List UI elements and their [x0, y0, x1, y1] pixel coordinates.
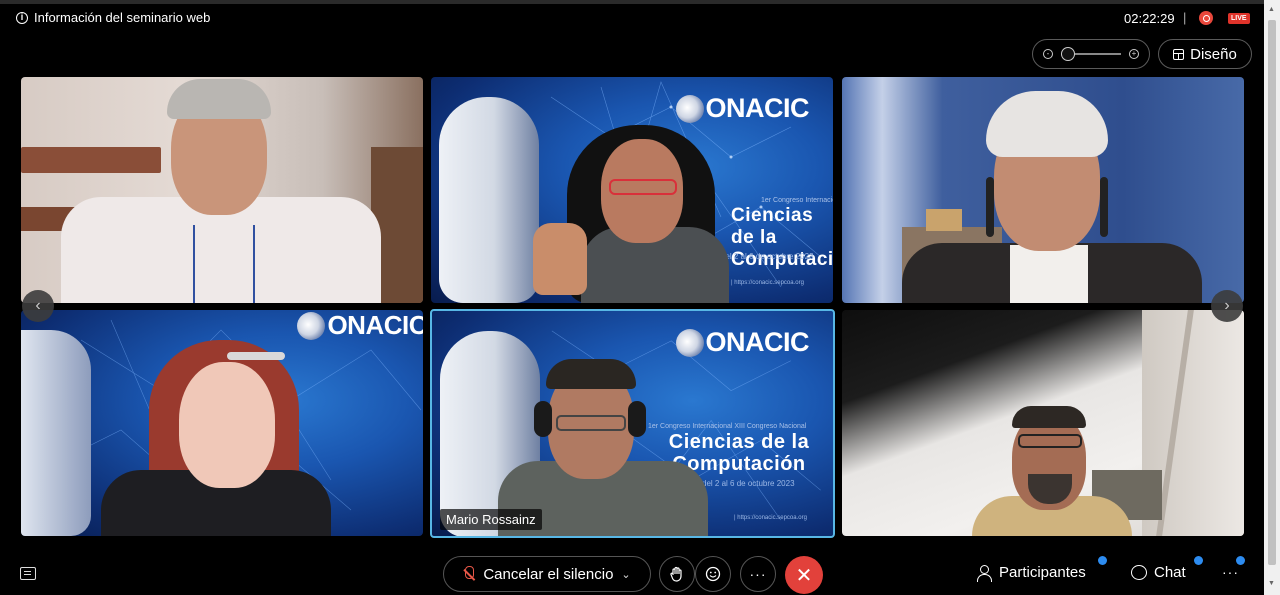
zoom-slider[interactable]	[1061, 47, 1121, 61]
captions-icon[interactable]	[20, 567, 36, 580]
chevron-right-icon: ›	[1224, 297, 1230, 314]
video-tile-6[interactable]	[842, 310, 1244, 536]
leave-meeting-button[interactable]: ✕	[785, 556, 823, 594]
unmute-label: Cancelar el silencio	[483, 565, 614, 583]
scrollbar[interactable]: ▲ ▼	[1264, 0, 1280, 595]
participants-button[interactable]: Participantes	[976, 564, 1086, 582]
video-tile-3[interactable]	[842, 77, 1244, 303]
headset-right	[628, 401, 646, 437]
top-bar: i Información del seminario web 02:22:29…	[0, 0, 1264, 34]
raise-hand-button[interactable]	[659, 556, 695, 592]
glasses	[1018, 434, 1082, 448]
speaker-name-tag: Mario Rossainz	[440, 509, 542, 530]
conference-logo: ONACIC	[675, 93, 810, 124]
slide-title: Ciencias de la Computación	[731, 205, 833, 271]
conference-logo-mark	[675, 94, 704, 123]
video-tile-4[interactable]: ONACIC	[21, 310, 423, 536]
video-tile-active-speaker[interactable]: ONACIC 1er Congreso Internacional XIII C…	[430, 309, 835, 538]
shirt-collar	[1010, 245, 1088, 303]
participants-icon	[976, 564, 992, 582]
zoom-out-icon[interactable]: -	[1043, 49, 1053, 59]
participant-hair	[546, 359, 636, 389]
video-tile-2[interactable]: ONACIC 1er Congreso Internacional XIII C…	[431, 77, 833, 303]
conference-logo-text: ONACIC	[327, 310, 423, 340]
close-icon: ✕	[795, 564, 813, 587]
session-timer: 02:22:29	[1124, 11, 1175, 26]
slide-title-line1: Ciencias de la	[668, 431, 810, 453]
headset-left	[986, 177, 994, 237]
participant-hair	[167, 79, 271, 119]
chat-icon	[1131, 565, 1147, 580]
slide-url: | https://conacic.sepcoa.org	[734, 515, 807, 521]
recording-icon[interactable]	[1199, 11, 1213, 25]
overflow-menu-label: ···	[1222, 564, 1239, 580]
chevron-down-icon[interactable]: ⌄	[621, 568, 630, 581]
ai-face-graphic	[21, 330, 91, 536]
wall-shelf	[21, 147, 161, 173]
slide-dates: del 2 al 6 de octubre 2023	[702, 479, 795, 488]
scroll-up-arrow-icon[interactable]: ▲	[1268, 6, 1275, 13]
lanyard	[193, 225, 255, 303]
previous-page-button[interactable]: ‹	[22, 290, 54, 322]
shelf-box	[926, 209, 962, 231]
headset-right	[1100, 177, 1108, 237]
conference-logo-mark	[675, 328, 704, 357]
muted-microphone-icon	[463, 566, 475, 582]
chat-notification-badge	[1194, 556, 1203, 565]
live-badge: LIVE	[1228, 13, 1250, 24]
conference-logo: ONACIC	[297, 310, 423, 341]
video-tile-1[interactable]	[21, 77, 423, 303]
slide-title-line1: Ciencias de la	[731, 205, 814, 248]
glasses	[556, 415, 626, 431]
chat-label: Chat	[1154, 564, 1186, 581]
red-glasses	[609, 179, 677, 195]
conference-logo-text: ONACIC	[705, 93, 810, 123]
participant-head	[179, 362, 275, 488]
thumbs-up-hand	[533, 223, 587, 295]
webinar-info-label: Información del seminario web	[34, 10, 211, 25]
more-options-button[interactable]: ···	[740, 556, 776, 592]
zoom-in-icon[interactable]: +	[1129, 49, 1139, 59]
scroll-down-arrow-icon[interactable]: ▼	[1268, 580, 1275, 587]
header-separator: |	[1183, 10, 1187, 25]
layout-grid-icon	[1173, 48, 1185, 60]
headset-left	[534, 401, 552, 437]
conference-logo-text: ONACIC	[705, 327, 810, 357]
slide-subtitle: 1er Congreso Internacional XIII Congreso…	[761, 197, 833, 204]
conference-logo: ONACIC	[675, 327, 810, 358]
info-icon: i	[16, 11, 28, 24]
participant-hair	[1012, 406, 1086, 428]
slide-url: | https://conacic.sepcoa.org	[731, 280, 804, 286]
slide-dates: del 2 al 6 de octubre 2023	[721, 252, 814, 261]
zoom-slider-handle[interactable]	[1061, 47, 1075, 61]
zoom-control: - +	[1032, 39, 1150, 69]
emoji-icon	[705, 566, 721, 582]
headband	[227, 352, 285, 360]
more-options-label: ···	[749, 566, 767, 582]
unmute-button[interactable]: Cancelar el silencio ⌄	[443, 556, 651, 592]
layout-button[interactable]: Diseño	[1158, 39, 1252, 69]
participant-hair	[986, 91, 1108, 157]
slide-subtitle: 1er Congreso Internacional XIII Congreso…	[648, 423, 807, 430]
conference-logo-mark	[297, 311, 326, 340]
raise-hand-icon	[670, 566, 682, 582]
reactions-button[interactable]	[695, 556, 731, 592]
layout-button-label: Diseño	[1190, 45, 1237, 63]
overflow-menu-button[interactable]: ···	[1222, 564, 1239, 580]
overflow-notification-badge	[1236, 556, 1245, 565]
webinar-info-button[interactable]: i Información del seminario web	[16, 10, 210, 25]
next-page-button[interactable]: ›	[1211, 290, 1243, 322]
chat-button[interactable]: Chat	[1131, 564, 1186, 581]
ai-face-graphic	[439, 97, 539, 303]
participants-label: Participantes	[999, 564, 1086, 581]
participants-notification-badge	[1098, 556, 1107, 565]
chevron-left-icon: ‹	[35, 297, 41, 314]
scrollbar-thumb[interactable]	[1268, 20, 1276, 565]
